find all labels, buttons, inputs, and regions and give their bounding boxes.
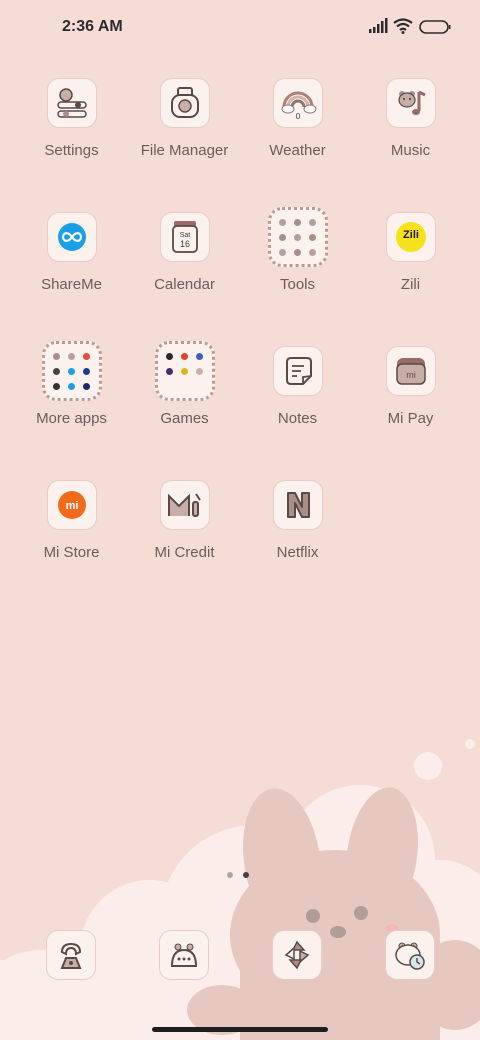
app-label: Calendar [154, 276, 215, 293]
cellular-signal-icon [369, 18, 388, 33]
app-games-folder[interactable]: Games [128, 341, 241, 456]
zili-icon: Zili [385, 212, 436, 262]
app-label: Games [160, 410, 209, 427]
status-bar: 2:36 AM [0, 0, 480, 56]
notes-icon [272, 346, 323, 396]
app-label: Notes [277, 410, 318, 427]
calendar-icon: Sat 16 [159, 212, 210, 262]
app-more-apps-folder[interactable]: More apps [15, 341, 128, 456]
app-calendar[interactable]: Sat 16 Calendar [128, 212, 241, 322]
app-netflix[interactable]: Netflix [241, 480, 354, 590]
app-mi-pay[interactable]: mi Mi Pay [354, 346, 467, 456]
app-label: Tools [279, 276, 316, 293]
camera-icon[interactable] [272, 930, 322, 980]
app-label: Zili [400, 276, 421, 293]
calendar-date: 16 [179, 239, 189, 249]
app-label: More apps [36, 410, 107, 427]
zili-wordmark: Zili [403, 229, 419, 241]
app-file-manager[interactable]: File Manager [128, 78, 241, 188]
app-notes[interactable]: Notes [241, 346, 354, 456]
app-music[interactable]: Music [354, 78, 467, 188]
page-dot-active[interactable] [243, 872, 249, 878]
mi-store-icon: mi [46, 480, 97, 530]
mi-pay-icon: mi [385, 346, 436, 396]
app-label: Weather [269, 142, 326, 159]
app-mi-credit[interactable]: Mi Credit [128, 480, 241, 590]
messages-icon[interactable] [159, 930, 209, 980]
app-tools-folder[interactable]: Tools [241, 207, 354, 322]
app-label: ShareMe [41, 276, 102, 293]
mi-credit-icon [159, 480, 210, 530]
file-manager-icon [159, 78, 210, 128]
home-gesture-bar[interactable] [152, 1027, 328, 1032]
calendar-day: Sat [179, 232, 190, 239]
app-label: Mi Credit [154, 544, 215, 561]
page-dot[interactable] [227, 872, 233, 878]
mi-store-glyph: mi [65, 500, 78, 512]
music-icon [385, 78, 436, 128]
app-label: Settings [44, 142, 99, 159]
app-zili[interactable]: Zili Zili [354, 212, 467, 322]
battery-icon [419, 20, 451, 34]
phone-icon[interactable] [46, 930, 96, 980]
weather-icon: 0 [272, 78, 323, 128]
settings-icon [46, 78, 97, 128]
shareme-icon [46, 212, 97, 262]
mi-pay-glyph: mi [406, 370, 416, 380]
status-time: 2:36 AM [62, 18, 123, 35]
app-settings[interactable]: Settings [15, 78, 128, 188]
tools-folder-icon [267, 207, 328, 267]
app-label: Mi Pay [387, 410, 434, 427]
app-label: Mi Store [43, 544, 100, 561]
app-label: Music [390, 142, 431, 159]
netflix-icon [272, 480, 323, 530]
weather-temp-badge: 0 [295, 112, 300, 121]
browser-icon[interactable] [385, 930, 435, 980]
more-apps-folder-icon [41, 341, 102, 401]
app-shareme[interactable]: ShareMe [15, 212, 128, 322]
wifi-icon [393, 18, 413, 34]
app-label: Netflix [276, 544, 319, 561]
app-weather[interactable]: 0 Weather [241, 78, 354, 188]
app-mi-store[interactable]: mi Mi Store [15, 480, 128, 590]
app-label: File Manager [140, 142, 229, 159]
page-indicator [227, 872, 249, 878]
games-folder-icon [154, 341, 215, 401]
